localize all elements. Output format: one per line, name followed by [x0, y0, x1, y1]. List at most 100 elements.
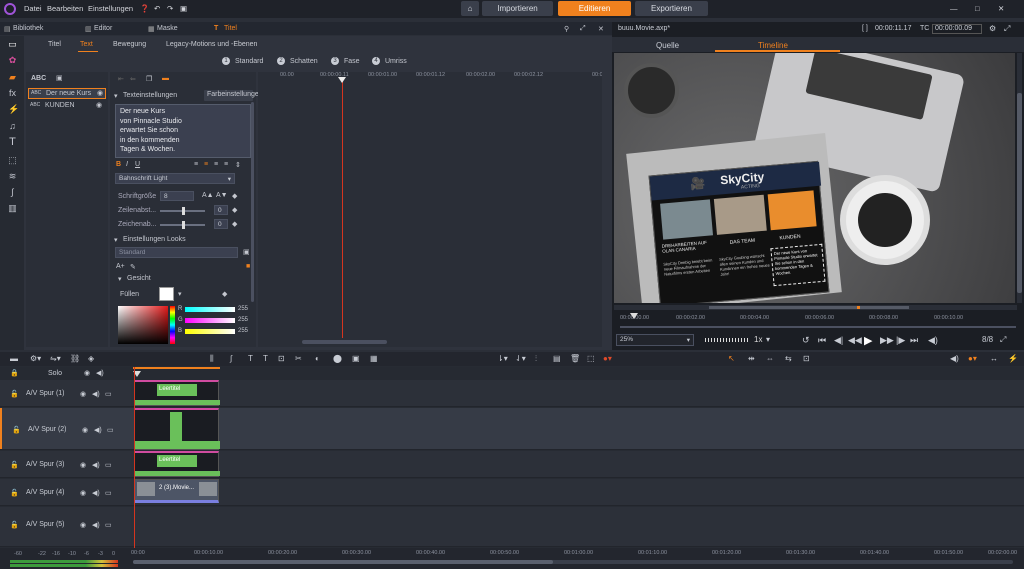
preset-schatten[interactable]: Schatten: [290, 58, 318, 65]
zoom-select[interactable]: 25% ▾: [616, 334, 694, 346]
minimize-icon[interactable]: —: [950, 4, 958, 13]
audio-scrub-icon[interactable]: ◀): [950, 354, 959, 363]
panel-close-icon[interactable]: ✕: [598, 25, 604, 33]
effects-icon[interactable]: ✿: [8, 56, 17, 65]
font-grow-icon[interactable]: A▲: [202, 192, 214, 199]
help-icon[interactable]: ❓: [140, 4, 149, 13]
speaker-icon[interactable]: ◀): [92, 489, 100, 497]
tab-text[interactable]: Text: [80, 41, 93, 48]
fx-icon[interactable]: fx: [8, 89, 17, 98]
monitor-icon[interactable]: ▭: [105, 489, 112, 497]
layers-icon[interactable]: ≋: [8, 172, 17, 181]
crop-icon[interactable]: ▣: [352, 354, 360, 363]
chevron-down-icon[interactable]: ▾: [178, 290, 182, 298]
text-settings-header[interactable]: Texteinstellungen: [123, 92, 177, 99]
menu-datei[interactable]: Datei: [24, 4, 42, 13]
color-icon[interactable]: ◐: [315, 354, 320, 363]
line-spacing-input[interactable]: 0: [214, 205, 228, 215]
add-text-icon[interactable]: ABC: [31, 75, 46, 82]
preset-fase[interactable]: Fase: [344, 58, 360, 65]
current-timecode[interactable]: 00:00:00.09: [932, 24, 982, 34]
panel-scrollbar[interactable]: [602, 72, 610, 347]
add-shape-icon[interactable]: ▣: [56, 74, 63, 82]
trim-tool-icon[interactable]: ⇹: [748, 354, 755, 363]
folder-icon[interactable]: ▰: [8, 73, 17, 82]
looks-select[interactable]: Standard: [115, 247, 238, 258]
font-size-select[interactable]: 8: [160, 191, 194, 201]
speaker-icon[interactable]: ◀): [96, 369, 104, 377]
pan-icon[interactable]: ▦: [370, 354, 378, 363]
track-name[interactable]: A/V Spur (5): [26, 521, 65, 528]
ripple-icon[interactable]: ⫶: [535, 354, 537, 364]
keyframe-diamond-icon[interactable]: ◆: [232, 220, 237, 228]
tab-titel[interactable]: Titel: [48, 41, 61, 48]
speaker-icon[interactable]: ◀): [92, 390, 100, 398]
redo-icon[interactable]: ↷: [167, 4, 173, 13]
justify-icon[interactable]: ≡: [224, 161, 228, 168]
track-name[interactable]: A/V Spur (2): [28, 426, 67, 433]
tab-timeline-preview[interactable]: Timeline: [758, 41, 788, 50]
preview-settings-icon[interactable]: ⚙: [989, 24, 996, 33]
home-button[interactable]: ⌂: [461, 1, 479, 16]
visibility-eye-icon[interactable]: ◉: [96, 101, 102, 109]
timeline-settings-icon[interactable]: ▬: [10, 354, 18, 363]
title-icon[interactable]: T: [248, 354, 253, 363]
overwrite-icon[interactable]: ●▾: [968, 354, 977, 363]
edit-button[interactable]: Editieren: [558, 1, 631, 16]
duration-timecode[interactable]: 00:00:11.17: [875, 25, 911, 32]
settings-scrollbar[interactable]: [251, 102, 254, 302]
visibility-eye-icon[interactable]: ◉: [80, 489, 86, 497]
import-button[interactable]: Importieren: [482, 1, 553, 16]
preview-h-scrollbar[interactable]: [614, 305, 1017, 310]
color-picker-field[interactable]: [118, 306, 168, 344]
green-slider[interactable]: [185, 318, 235, 323]
font-select[interactable]: Bahnschrift Light ▾: [115, 173, 235, 184]
menu-einstellungen[interactable]: Einstellungen: [88, 4, 133, 13]
play-icon[interactable]: ▶: [864, 334, 872, 347]
align-center-icon[interactable]: ≡: [204, 161, 208, 168]
title-timeline-scrollbar[interactable]: [302, 340, 387, 344]
media-icon[interactable]: ▭: [8, 40, 17, 49]
preset-standard[interactable]: Standard: [235, 58, 263, 65]
keyframe-diamond-icon[interactable]: ◆: [232, 206, 237, 214]
lock-icon[interactable]: 🔓: [12, 426, 21, 434]
playhead-handle-icon[interactable]: [338, 77, 346, 83]
look-color-icon[interactable]: ■: [246, 263, 250, 270]
speed-value[interactable]: 1x: [754, 335, 762, 344]
monitor-icon[interactable]: ▭: [105, 521, 112, 529]
tab-mask[interactable]: Maske: [157, 25, 178, 32]
menu-bearbeiten[interactable]: Bearbeiten: [47, 4, 83, 13]
track-name[interactable]: A/V Spur (3): [26, 461, 65, 468]
markers-icon[interactable]: ◈: [88, 354, 94, 363]
timeline-scrollbar[interactable]: [133, 560, 1013, 564]
effect-icon[interactable]: ⬤: [333, 354, 342, 363]
style-icon[interactable]: ▬: [162, 75, 169, 82]
pin-icon[interactable]: ⚲: [564, 25, 569, 33]
marker-in-icon[interactable]: ⇂▾: [497, 354, 508, 363]
preview-scrollbar[interactable]: [1017, 53, 1022, 303]
track-options-icon[interactable]: ⚙▾: [30, 354, 41, 363]
tab-title[interactable]: Titel: [224, 25, 237, 32]
undo-icon[interactable]: ↶: [154, 4, 160, 13]
fill-color-swatch[interactable]: [159, 287, 174, 301]
monitor-icon[interactable]: ▭: [105, 390, 112, 398]
tab-library[interactable]: Bibliothek: [13, 25, 43, 32]
keyframe-diamond-icon[interactable]: ◆: [222, 290, 227, 298]
video-clip[interactable]: [134, 408, 220, 450]
subtitle-icon[interactable]: ⊡: [278, 354, 285, 363]
dynamic-length-icon[interactable]: ↔: [990, 354, 998, 363]
skip-end-icon[interactable]: ⏭: [910, 335, 918, 346]
tab-editor[interactable]: Editor: [94, 25, 112, 32]
montage-icon[interactable]: ▥: [8, 204, 17, 213]
text-icon[interactable]: T: [8, 137, 17, 148]
work-area-bar[interactable]: [133, 367, 220, 369]
volume-icon[interactable]: ◀): [928, 335, 938, 346]
trash-icon[interactable]: 🗑: [570, 354, 580, 363]
lock-icon[interactable]: 🔓: [10, 461, 19, 469]
align-right-icon[interactable]: ≡: [214, 161, 218, 168]
look-tool-icon[interactable]: ✎: [130, 263, 136, 271]
close-icon[interactable]: ✕: [998, 4, 1004, 13]
magic-icon[interactable]: ⚡: [1008, 354, 1018, 363]
loop-icon[interactable]: ↺: [802, 335, 810, 346]
timeline-ruler[interactable]: -60 -22 -16 -10 -6 -3 0 00:00 00:00:10.0…: [0, 548, 1024, 569]
